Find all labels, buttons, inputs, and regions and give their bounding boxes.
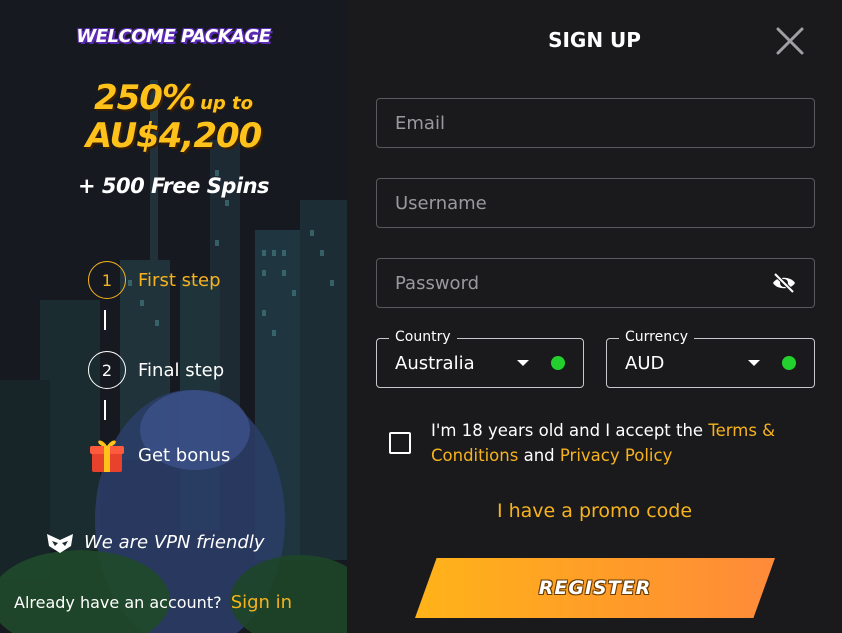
step-connector <box>104 310 106 330</box>
country-legend: Country <box>389 329 457 345</box>
already-text: Already have an account? <box>14 593 222 612</box>
country-value: Australia <box>395 352 475 374</box>
hide-password-icon[interactable] <box>772 271 796 295</box>
promo-panel: WELCOME PACKAGE 250% up to AU$4,200 + 50… <box>0 0 347 633</box>
signup-modal: WELCOME PACKAGE 250% up to AU$4,200 + 50… <box>0 0 842 633</box>
bonus-up-to: up to <box>200 93 254 114</box>
terms-row: I'm 18 years old and I accept the Terms … <box>389 418 811 468</box>
step-first: 1 First step <box>88 261 221 299</box>
promo-code-link[interactable]: I have a promo code <box>347 500 842 522</box>
register-label: REGISTER <box>538 577 652 599</box>
close-icon[interactable] <box>775 26 805 56</box>
status-ok-icon <box>782 356 796 370</box>
age-terms-checkbox[interactable] <box>389 432 411 454</box>
email-field[interactable] <box>376 98 815 148</box>
step-final-number: 2 <box>88 351 126 389</box>
username-field[interactable] <box>376 178 815 228</box>
bonus-amount: AU$4,200 <box>85 116 263 156</box>
status-ok-icon <box>551 356 565 370</box>
step-first-number: 1 <box>88 261 126 299</box>
username-input[interactable] <box>395 192 796 214</box>
promo-content: WELCOME PACKAGE 250% up to AU$4,200 + 50… <box>0 0 347 633</box>
terms-text: I'm 18 years old and I accept the Terms … <box>431 418 811 468</box>
vpn-label: We are VPN friendly <box>84 531 265 553</box>
bonus-percent-line: 250% up to <box>0 78 347 118</box>
step-final: 2 Final step <box>88 351 224 389</box>
welcome-package-title: WELCOME PACKAGE <box>76 26 271 47</box>
register-button[interactable]: REGISTER <box>415 558 775 618</box>
vpn-mask-icon <box>47 534 73 553</box>
vpn-badge: We are VPN friendly <box>46 530 264 554</box>
password-field[interactable] <box>376 258 815 308</box>
terms-prefix: I'm 18 years old and I accept the <box>431 421 704 440</box>
free-spins: + 500 Free Spins <box>77 174 270 198</box>
already-have-account: Already have an account? Sign in <box>14 592 292 613</box>
chevron-down-icon <box>517 360 529 366</box>
chevron-down-icon <box>748 360 760 366</box>
gift-icon <box>88 436 126 474</box>
signup-form: SIGN UP Country Australia Currenc <box>347 0 842 633</box>
country-select[interactable]: Country Australia <box>376 329 584 388</box>
step-final-label: Final step <box>138 359 225 381</box>
privacy-link[interactable]: Privacy Policy <box>560 446 672 465</box>
currency-legend: Currency <box>619 329 695 345</box>
currency-select[interactable]: Currency AUD <box>606 329 815 388</box>
step-bonus: Get bonus <box>88 436 230 474</box>
bonus-percent: 250% <box>93 78 196 118</box>
email-input[interactable] <box>395 112 796 134</box>
step-bonus-label: Get bonus <box>138 444 231 466</box>
page-title: SIGN UP <box>548 28 641 52</box>
step-first-label: First step <box>138 269 221 291</box>
terms-and: and <box>523 446 555 465</box>
currency-value: AUD <box>625 352 665 374</box>
sign-in-link[interactable]: Sign in <box>231 592 292 613</box>
step-connector <box>104 400 106 420</box>
password-input[interactable] <box>395 272 772 294</box>
